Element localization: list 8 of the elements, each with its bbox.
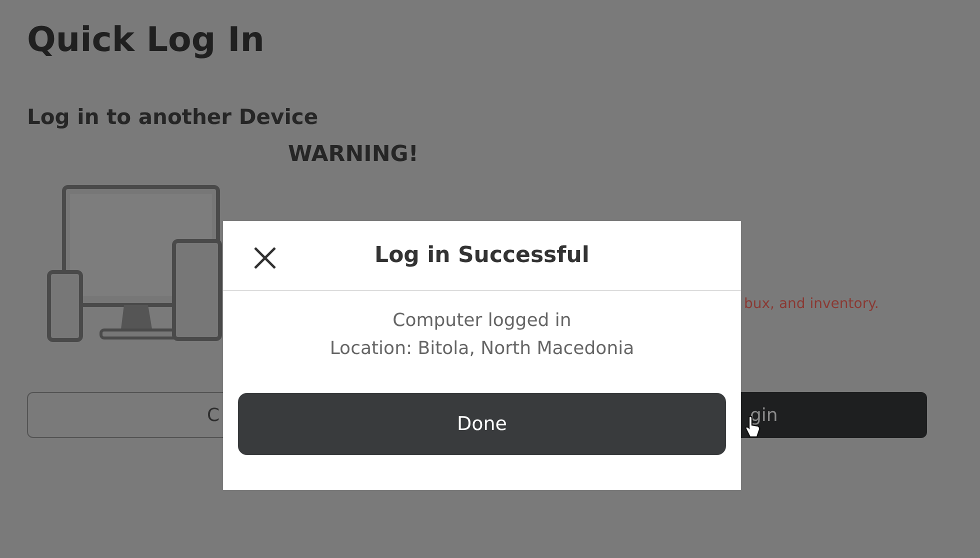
done-button[interactable]: Done	[238, 393, 726, 455]
warning-text: bux, and inventory.	[744, 296, 879, 312]
dialog-message: Computer logged in	[392, 309, 572, 333]
section-heading: Log in to another Device	[27, 104, 320, 130]
dialog-message: Location: Bitola, North Macedonia	[328, 337, 636, 361]
warning-heading: WARNING!	[288, 141, 420, 169]
page-title: Quick Log In	[27, 20, 266, 60]
dialog-title: Log in Successful	[374, 243, 590, 268]
